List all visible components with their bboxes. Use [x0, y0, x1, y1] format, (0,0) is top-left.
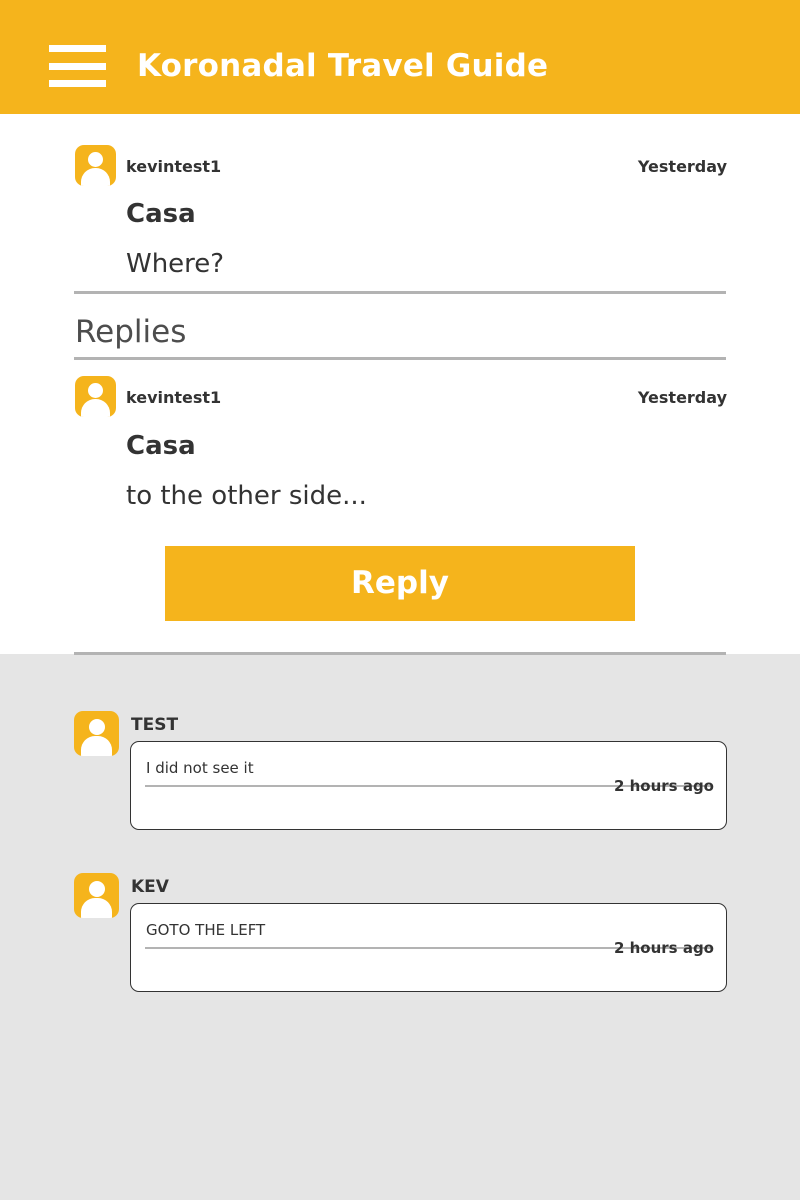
post-title: Casa — [126, 199, 196, 229]
reply-username[interactable]: kevintest1 — [126, 388, 221, 408]
divider — [74, 291, 726, 294]
reply-title: Casa — [126, 431, 196, 461]
divider — [74, 357, 726, 360]
post-timestamp: Yesterday — [637, 157, 727, 176]
menu-bar — [49, 45, 106, 52]
post-username[interactable]: kevintest1 — [126, 157, 221, 177]
reply-button[interactable]: Reply — [165, 546, 635, 621]
comment-timestamp: 2 hours ago — [613, 777, 714, 795]
post-body: Where? — [126, 249, 225, 279]
menu-bar — [49, 63, 106, 70]
user-avatar-icon[interactable] — [75, 376, 116, 417]
divider — [74, 652, 726, 655]
comment-author[interactable]: TEST — [131, 715, 178, 735]
comment-bubble: GOTO THE LEFT 2 hours ago — [130, 903, 727, 992]
user-avatar-icon[interactable] — [75, 145, 116, 186]
replies-heading: Replies — [75, 314, 187, 350]
comment-text: GOTO THE LEFT — [146, 921, 266, 939]
comment-author[interactable]: KEV — [131, 877, 169, 897]
comment-text: I did not see it — [146, 759, 254, 777]
app-title: Koronadal Travel Guide — [137, 48, 549, 84]
comment-timestamp: 2 hours ago — [613, 939, 714, 957]
reply-body: to the other side... — [126, 481, 367, 511]
hamburger-menu-icon[interactable] — [49, 45, 106, 87]
user-avatar-icon[interactable] — [74, 873, 119, 918]
user-avatar-icon[interactable] — [74, 711, 119, 756]
comment-bubble: I did not see it 2 hours ago — [130, 741, 727, 830]
app-header: Koronadal Travel Guide — [0, 0, 800, 114]
reply-timestamp: Yesterday — [637, 388, 727, 407]
menu-bar — [49, 80, 106, 87]
